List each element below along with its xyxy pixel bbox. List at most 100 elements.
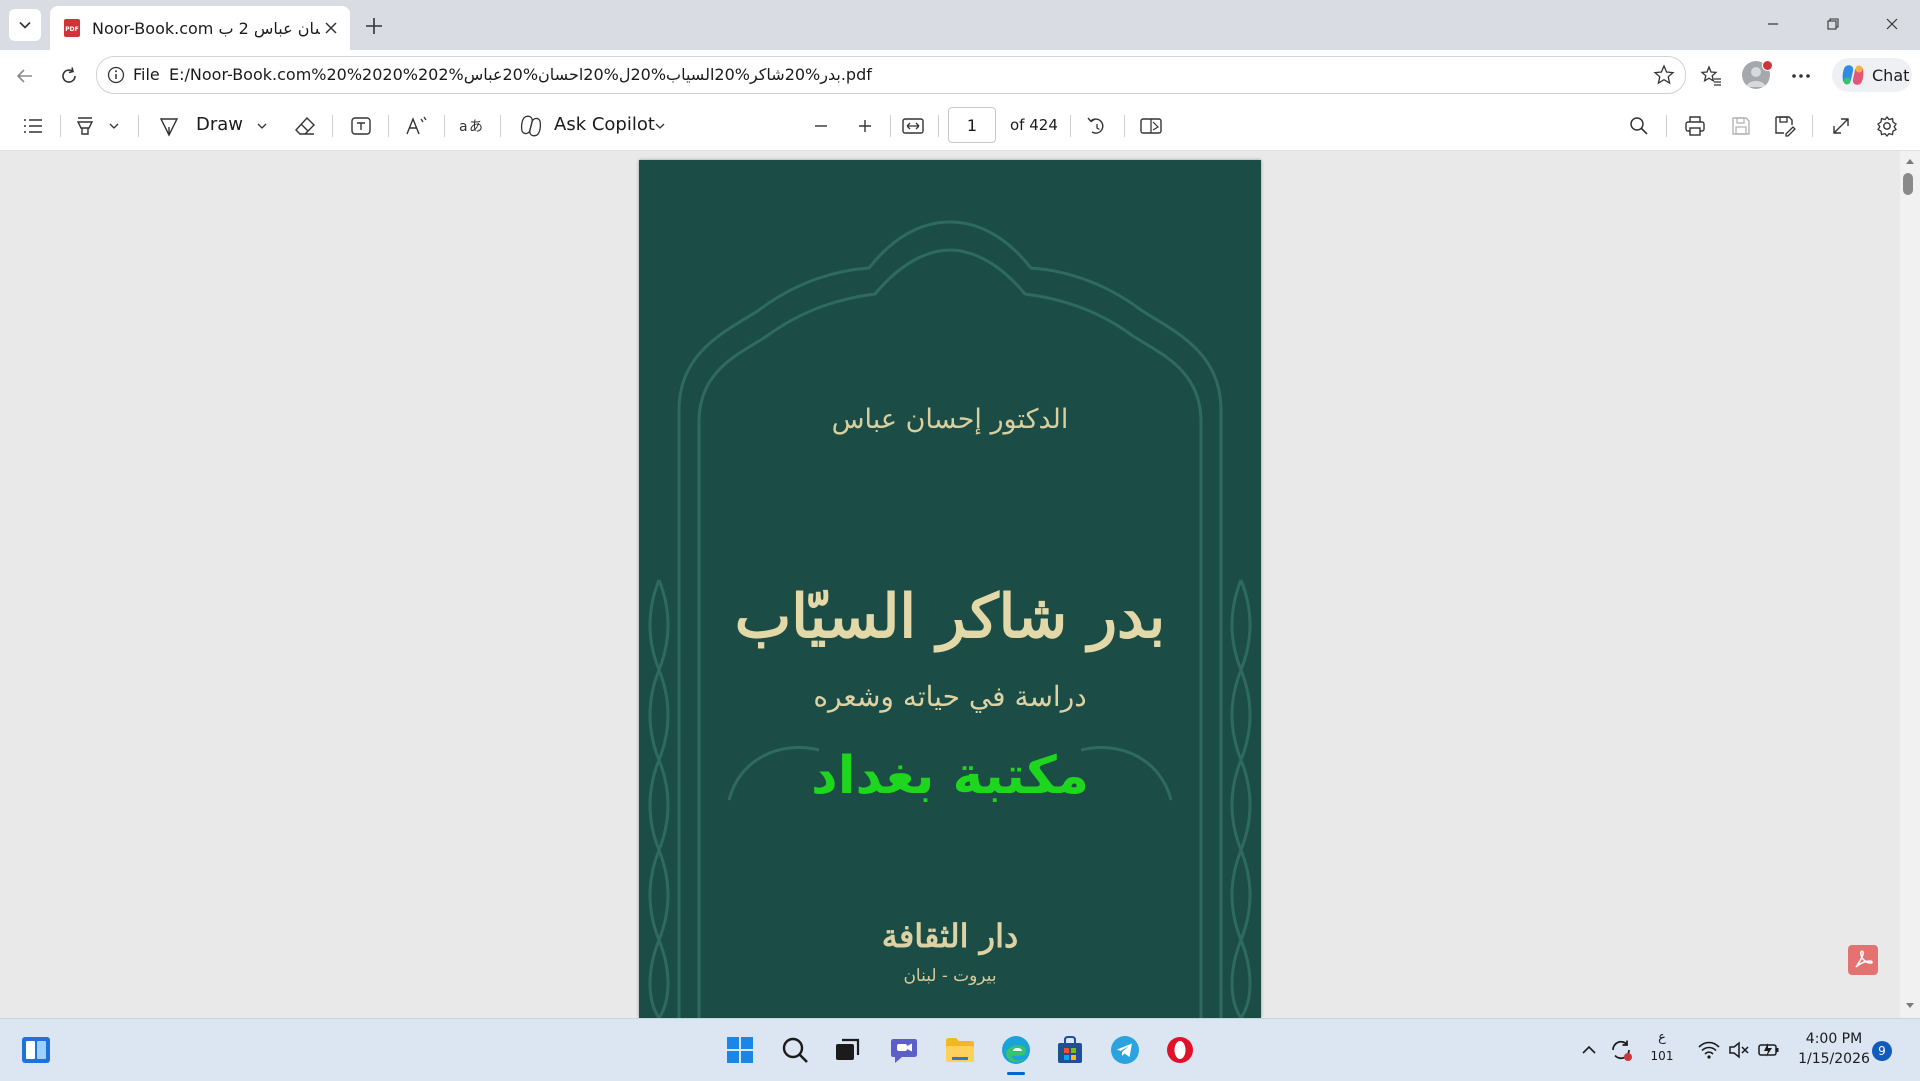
opera-button[interactable]	[1162, 1032, 1198, 1068]
volume-button[interactable]	[1724, 1032, 1754, 1068]
new-tab-button[interactable]	[360, 12, 388, 40]
fit-to-width-button[interactable]	[900, 113, 926, 139]
back-button[interactable]	[10, 61, 40, 91]
page-view-button[interactable]	[1138, 113, 1164, 139]
telegram-icon	[1111, 1036, 1139, 1064]
edge-browser-button[interactable]	[998, 1032, 1034, 1068]
draw-label[interactable]: Draw	[196, 114, 243, 135]
print-button[interactable]	[1682, 113, 1708, 139]
find-button[interactable]	[1626, 113, 1652, 139]
tab-close-button[interactable]	[320, 17, 342, 39]
show-hidden-icons-button[interactable]	[1572, 1032, 1606, 1068]
read-aloud-icon	[406, 116, 427, 135]
fullscreen-button[interactable]	[1828, 113, 1854, 139]
minimize-button[interactable]	[1745, 0, 1801, 48]
draw-button[interactable]	[156, 113, 182, 139]
translate-button[interactable]: aあ	[458, 113, 484, 139]
battery-button[interactable]	[1754, 1032, 1784, 1068]
wifi-icon	[1698, 1041, 1720, 1059]
active-app-indicator	[1007, 1072, 1025, 1075]
url-text[interactable]: E:/Noor-Book.com%20%2020%202%بدر%20شاكر%…	[169, 65, 872, 84]
teams-chat-button[interactable]	[886, 1032, 922, 1068]
toolbar-separator	[444, 115, 445, 137]
page-number-input[interactable]: 1	[948, 107, 996, 143]
book-title: بدر شاكر السيّاب	[734, 582, 1166, 652]
read-aloud-button[interactable]	[404, 113, 430, 139]
scroll-down-arrow-icon[interactable]	[1900, 998, 1920, 1014]
profile-alert-dot	[1762, 60, 1773, 71]
browser-tab[interactable]: PDF Noor-Book.com ل احسان عباس 2 ب	[50, 6, 350, 50]
add-text-button[interactable]	[348, 113, 374, 139]
copilot-chat-button[interactable]: Chat	[1832, 58, 1912, 92]
url-scheme: File	[133, 65, 160, 84]
publisher-city: بيروت - لبنان	[903, 966, 997, 986]
file-explorer-button[interactable]	[942, 1032, 978, 1068]
ask-copilot-button[interactable]	[518, 113, 544, 139]
favorite-star-icon[interactable]	[1653, 64, 1675, 86]
restore-icon	[1827, 18, 1839, 30]
svg-text:PDF: PDF	[65, 26, 78, 33]
refresh-button[interactable]	[54, 61, 84, 91]
minimize-icon	[1768, 23, 1778, 25]
search-button[interactable]	[777, 1032, 813, 1068]
widgets-button[interactable]	[18, 1032, 54, 1068]
highlight-button[interactable]	[72, 113, 98, 139]
scrollbar-thumb[interactable]	[1903, 173, 1913, 195]
info-icon[interactable]	[107, 66, 125, 84]
highlight-options-button[interactable]	[106, 113, 122, 139]
pdf-toolbar: Draw aあ Ask Copilot 1 of 424	[0, 100, 1920, 151]
more-icon	[1792, 74, 1810, 78]
notification-badge[interactable]: 9	[1872, 1041, 1892, 1061]
clock-date[interactable]: 1/15/2026	[1794, 1051, 1874, 1067]
telegram-button[interactable]	[1107, 1032, 1143, 1068]
page-view-icon	[1140, 118, 1162, 134]
battery-charging-icon	[1758, 1043, 1779, 1057]
save-as-icon	[1775, 116, 1796, 137]
microsoft-store-button[interactable]	[1052, 1032, 1088, 1068]
pen-icon	[159, 118, 179, 137]
zoom-in-button[interactable]	[852, 113, 878, 139]
toolbar-separator	[1070, 115, 1071, 137]
settings-more-button[interactable]	[1787, 62, 1815, 90]
folder-icon	[946, 1038, 974, 1062]
draw-options-button[interactable]	[254, 113, 270, 139]
contents-button[interactable]	[20, 113, 46, 139]
close-window-button[interactable]	[1864, 0, 1920, 48]
restore-button[interactable]	[1805, 0, 1861, 48]
start-button[interactable]	[722, 1032, 758, 1068]
vertical-scrollbar[interactable]	[1900, 151, 1920, 1018]
favorites-button[interactable]	[1697, 62, 1725, 90]
keyboard-language[interactable]: ع	[1650, 1030, 1674, 1045]
save-button[interactable]	[1728, 113, 1754, 139]
list-icon	[24, 119, 42, 133]
opera-icon	[1167, 1037, 1193, 1063]
erase-button[interactable]	[292, 113, 318, 139]
toolbar-separator	[1812, 115, 1813, 137]
chat-label: Chat	[1872, 65, 1910, 85]
acrobat-extension-button[interactable]	[1848, 945, 1878, 975]
chevron-down-icon	[109, 123, 119, 129]
scroll-up-arrow-icon[interactable]	[1900, 153, 1920, 169]
rotate-button[interactable]	[1084, 113, 1110, 139]
sync-status-button[interactable]	[1604, 1032, 1638, 1068]
save-icon	[1732, 117, 1750, 135]
ask-copilot-label[interactable]: Ask Copilot	[554, 114, 655, 135]
save-as-button[interactable]	[1772, 113, 1798, 139]
toolbar-separator	[890, 115, 891, 137]
fit-width-icon	[902, 118, 924, 134]
pdf-viewer-canvas[interactable]: الدكتور إحسان عباس بدر شاكر السيّاب دراس…	[4, 151, 1900, 1018]
keyboard-layout[interactable]: 101	[1648, 1049, 1676, 1063]
task-view-button[interactable]	[830, 1032, 866, 1068]
tab-actions-button[interactable]	[9, 9, 41, 41]
pdf-page-cover: الدكتور إحسان عباس بدر شاكر السيّاب دراس…	[639, 160, 1261, 1018]
toolbar-separator	[138, 115, 139, 137]
copilot-icon	[1842, 65, 1864, 85]
widgets-icon	[22, 1037, 50, 1063]
zoom-out-button[interactable]	[808, 113, 834, 139]
wifi-button[interactable]	[1694, 1032, 1724, 1068]
copilot-options-button[interactable]	[652, 113, 668, 139]
pdf-settings-button[interactable]	[1874, 113, 1900, 139]
clock-time[interactable]: 4:00 PM	[1794, 1031, 1874, 1047]
acrobat-icon	[1855, 950, 1873, 968]
url-field[interactable]: File E:/Noor-Book.com%20%2020%202%بدر%20…	[96, 56, 1686, 94]
